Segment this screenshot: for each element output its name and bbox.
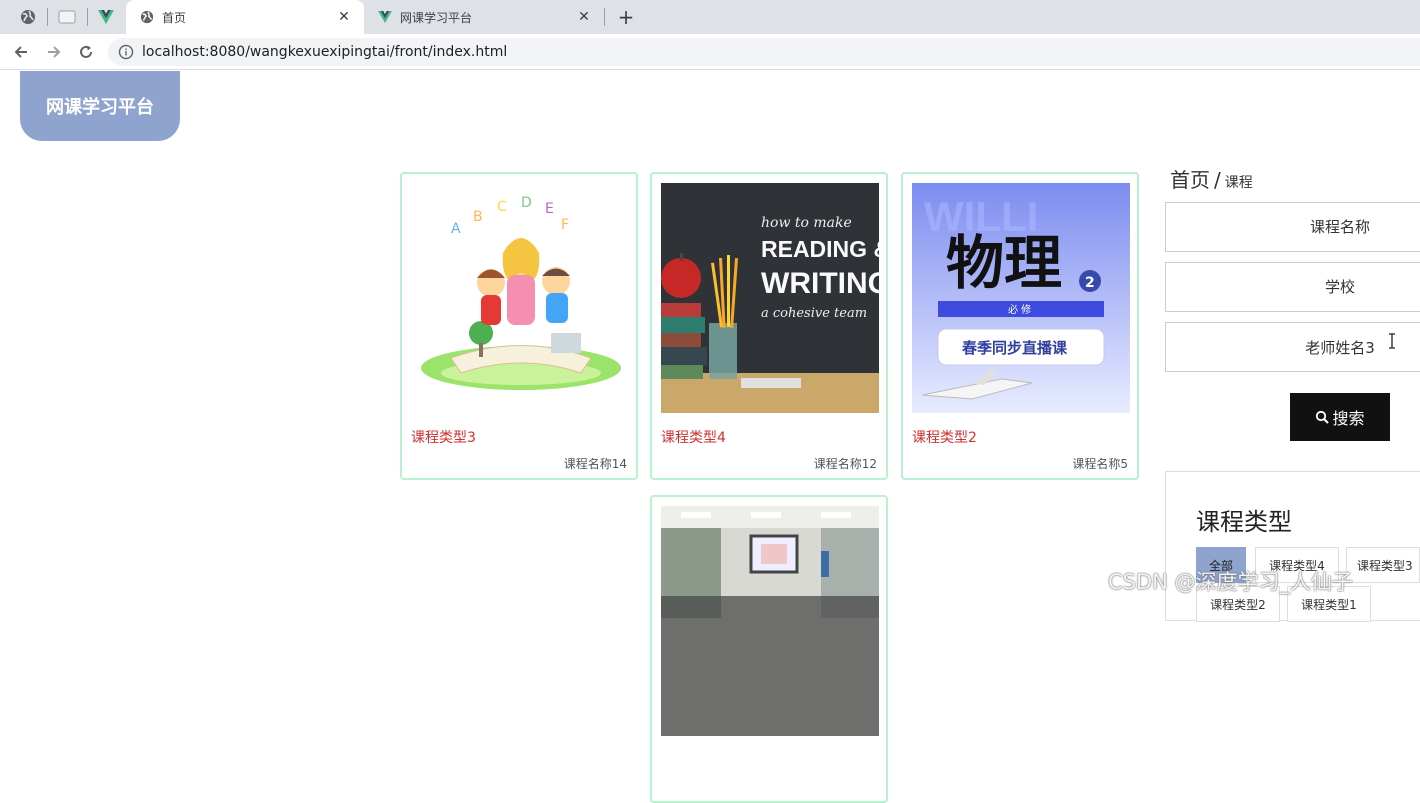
art-text: 物理 bbox=[946, 229, 1062, 297]
site-logo[interactable]: 网课学习平台 bbox=[20, 71, 180, 141]
art-line: how to make bbox=[761, 215, 852, 231]
globe-icon bbox=[140, 10, 154, 24]
school-input[interactable] bbox=[1165, 262, 1420, 312]
pinned-tab-vue[interactable] bbox=[91, 6, 121, 28]
tab-separator bbox=[604, 8, 605, 26]
close-tab-icon[interactable]: ✕ bbox=[576, 9, 592, 25]
search-button-label: 搜索 bbox=[1332, 411, 1365, 428]
svg-text:A: A bbox=[451, 221, 461, 237]
course-type: 课程类型3 bbox=[411, 430, 476, 446]
reload-icon bbox=[80, 45, 92, 58]
course-card[interactable]: WILLI 物理 2 必 修 春季同步直播课 课程类型2 课程名称5 bbox=[901, 172, 1139, 480]
search-icon bbox=[1316, 410, 1330, 424]
svg-text:D: D bbox=[521, 195, 532, 211]
teacher-name-input[interactable] bbox=[1165, 322, 1420, 372]
type-chip[interactable]: 课程类型3 bbox=[1346, 547, 1420, 583]
reload-button[interactable] bbox=[74, 40, 98, 64]
svg-text:F: F bbox=[561, 217, 569, 233]
vue-logo-icon bbox=[98, 10, 114, 24]
new-tab-button[interactable]: + bbox=[614, 6, 638, 28]
search-button[interactable]: 搜索 bbox=[1290, 393, 1390, 441]
svg-text:C: C bbox=[497, 199, 507, 215]
forward-button[interactable] bbox=[42, 40, 66, 64]
physics-course-image: WILLI 物理 2 必 修 春季同步直播课 bbox=[912, 183, 1130, 413]
reading-writing-image: how to make READING & WRITING a cohesive… bbox=[661, 183, 879, 413]
watermark-text: CSDN @深度学习_人仙子 bbox=[1108, 570, 1354, 594]
browser-toolbar: localhost:8080/wangkexuexipingtai/front/… bbox=[0, 34, 1420, 70]
course-name-input[interactable] bbox=[1165, 202, 1420, 252]
breadcrumb-current: 课程 bbox=[1224, 175, 1253, 191]
address-bar[interactable]: localhost:8080/wangkexuexipingtai/front/… bbox=[108, 38, 1420, 66]
arrow-right-icon bbox=[48, 46, 61, 58]
course-card[interactable] bbox=[650, 495, 888, 803]
info-icon bbox=[118, 44, 134, 60]
pinned-tab-globe[interactable] bbox=[13, 6, 43, 28]
course-name: 课程名称14 bbox=[563, 457, 627, 471]
arrow-left-icon bbox=[14, 46, 27, 58]
svg-text:E: E bbox=[545, 201, 554, 217]
breadcrumb-separator: / bbox=[1214, 168, 1221, 192]
svg-text:B: B bbox=[473, 209, 483, 225]
kids-storybook-image: A B C D E F bbox=[411, 183, 629, 413]
art-text: 2 bbox=[1085, 275, 1095, 291]
globe-icon bbox=[21, 10, 35, 24]
tab-separator bbox=[47, 8, 48, 26]
course-type: 课程类型4 bbox=[661, 430, 726, 446]
text-cursor-icon bbox=[1389, 333, 1395, 349]
breadcrumb-home[interactable]: 首页 bbox=[1170, 168, 1210, 192]
course-type-title: 课程类型 bbox=[1196, 508, 1292, 536]
browser-tab-bar: 首页 ✕ 网课学习平台 ✕ + bbox=[0, 0, 1420, 34]
course-thumbnail[interactable] bbox=[661, 506, 879, 736]
art-text: 春季同步直播课 bbox=[962, 339, 1068, 357]
art-line: READING & bbox=[761, 236, 879, 262]
tab-home[interactable]: 首页 ✕ bbox=[126, 0, 364, 34]
back-button[interactable] bbox=[9, 40, 33, 64]
close-tab-icon[interactable]: ✕ bbox=[336, 9, 352, 25]
vue-logo-icon bbox=[378, 11, 392, 23]
course-type: 课程类型2 bbox=[912, 430, 977, 446]
tab-platform[interactable]: 网课学习平台 ✕ bbox=[364, 0, 604, 34]
course-thumbnail[interactable]: WILLI 物理 2 必 修 春季同步直播课 bbox=[912, 183, 1130, 413]
art-line: WRITING bbox=[761, 267, 879, 300]
course-card[interactable]: how to make READING & WRITING a cohesive… bbox=[650, 172, 888, 480]
breadcrumb: 首页 / 课程 bbox=[1170, 164, 1253, 193]
classroom-photo-image bbox=[661, 506, 879, 736]
blank-page-icon bbox=[58, 10, 76, 24]
course-name: 课程名称5 bbox=[1072, 457, 1128, 471]
tab-title: 网课学习平台 bbox=[400, 10, 473, 25]
tab-separator bbox=[87, 8, 88, 26]
course-thumbnail[interactable]: A B C D E F bbox=[411, 183, 629, 413]
tab-title: 首页 bbox=[162, 10, 187, 25]
course-name: 课程名称12 bbox=[813, 457, 877, 471]
course-card[interactable]: A B C D E F 课程类型3 课程名称14 bbox=[400, 172, 638, 480]
pinned-tab-blank[interactable] bbox=[52, 6, 82, 28]
art-line: a cohesive team bbox=[761, 306, 867, 321]
art-text: 必 修 bbox=[1008, 303, 1031, 316]
url-text: localhost:8080/wangkexuexipingtai/front/… bbox=[142, 44, 508, 60]
course-thumbnail[interactable]: how to make READING & WRITING a cohesive… bbox=[661, 183, 879, 413]
